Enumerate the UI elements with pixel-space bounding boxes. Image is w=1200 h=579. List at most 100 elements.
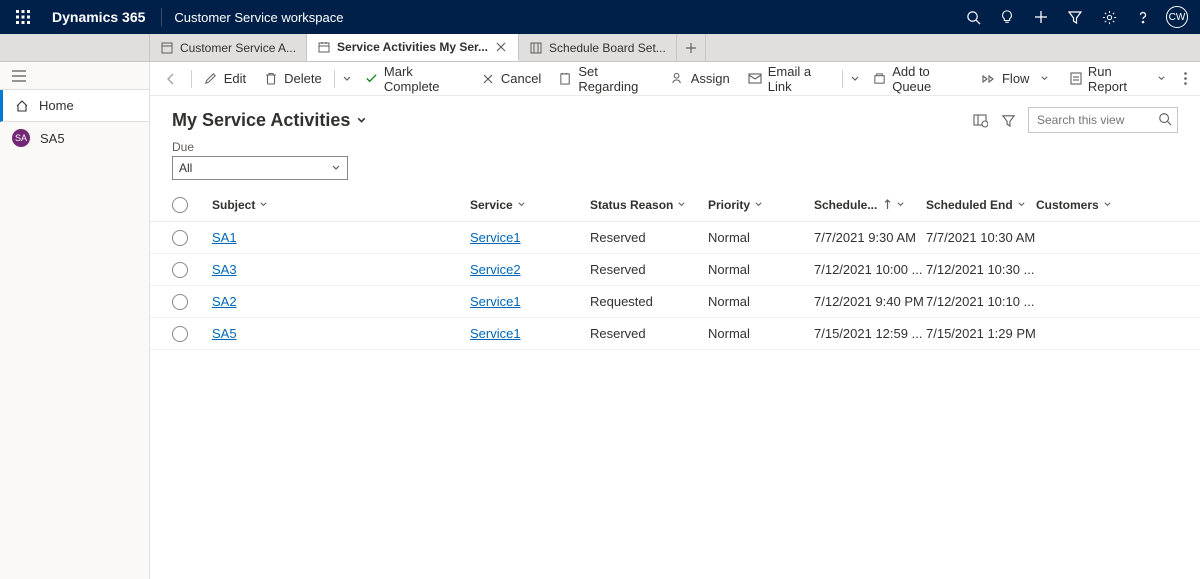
app-name-label[interactable]: Customer Service workspace bbox=[166, 10, 351, 25]
search-icon[interactable] bbox=[956, 0, 990, 34]
session-panel: Home SA SA5 bbox=[0, 62, 150, 579]
row-select[interactable] bbox=[172, 262, 188, 278]
service-link[interactable]: Service1 bbox=[470, 326, 521, 341]
due-label: Due bbox=[172, 140, 1178, 154]
start-cell: 7/12/2021 10:00 ... bbox=[814, 262, 926, 277]
col-label: Schedule... bbox=[814, 198, 877, 212]
start-cell: 7/12/2021 9:40 PM bbox=[814, 294, 926, 309]
table-row[interactable]: SA1 Service1 ReservedNormal7/7/2021 9:30 A… bbox=[150, 222, 1200, 254]
chevron-down-icon bbox=[677, 200, 686, 209]
overflow-button[interactable] bbox=[1178, 72, 1194, 85]
cmd-edit[interactable]: Edit bbox=[196, 65, 254, 93]
due-filter: Due All bbox=[150, 134, 1200, 188]
subject-link[interactable]: SA5 bbox=[212, 326, 237, 341]
col-label: Priority bbox=[708, 198, 750, 212]
cmd-run-report[interactable]: Run Report bbox=[1061, 65, 1175, 93]
due-select[interactable]: All bbox=[172, 156, 348, 180]
view-header: My Service Activities bbox=[150, 96, 1200, 134]
due-value: All bbox=[179, 161, 192, 175]
chevron-down-icon bbox=[331, 163, 341, 173]
service-link[interactable]: Service1 bbox=[470, 294, 521, 309]
service-link[interactable]: Service1 bbox=[470, 230, 521, 245]
queue-icon bbox=[873, 72, 886, 86]
session-toggle[interactable] bbox=[0, 62, 149, 90]
close-icon[interactable] bbox=[494, 40, 508, 54]
chevron-down-icon bbox=[517, 200, 526, 209]
home-icon bbox=[15, 99, 29, 113]
cmd-delete[interactable]: Delete bbox=[256, 65, 330, 93]
cmd-email-link[interactable]: Email a Link bbox=[740, 65, 838, 93]
cmd-label: Flow bbox=[1002, 71, 1029, 86]
col-service[interactable]: Service bbox=[470, 198, 590, 212]
grid-header: Subject Service Status Reason Priority S… bbox=[150, 188, 1200, 222]
start-cell: 7/7/2021 9:30 AM bbox=[814, 230, 926, 245]
filter-icon[interactable] bbox=[1058, 0, 1092, 34]
chevron-down-icon bbox=[1155, 72, 1167, 86]
gear-icon[interactable] bbox=[1092, 0, 1126, 34]
col-status[interactable]: Status Reason bbox=[590, 198, 708, 212]
back-button[interactable] bbox=[156, 72, 187, 86]
app-launcher-icon[interactable] bbox=[6, 10, 40, 24]
col-sched-start[interactable]: Schedule... bbox=[814, 198, 926, 212]
delete-chevron[interactable] bbox=[339, 74, 355, 84]
subject-link[interactable]: SA1 bbox=[212, 230, 237, 245]
row-select[interactable] bbox=[172, 326, 188, 342]
status-cell: Reserved bbox=[590, 230, 708, 245]
nav-record[interactable]: SA SA5 bbox=[0, 122, 149, 154]
cmd-mark-complete[interactable]: Mark Complete bbox=[357, 65, 471, 93]
status-cell: Requested bbox=[590, 294, 708, 309]
nav-home[interactable]: Home bbox=[0, 90, 149, 122]
status-cell: Reserved bbox=[590, 326, 708, 341]
col-sched-end[interactable]: Scheduled End bbox=[926, 198, 1036, 212]
brand-label[interactable]: Dynamics 365 bbox=[40, 9, 157, 25]
end-cell: 7/12/2021 10:30 ... bbox=[926, 262, 1036, 277]
row-select[interactable] bbox=[172, 230, 188, 246]
select-all[interactable] bbox=[172, 197, 188, 213]
search-input[interactable] bbox=[1028, 107, 1178, 133]
chevron-down-icon bbox=[259, 200, 268, 209]
cmd-flow[interactable]: Flow bbox=[974, 65, 1059, 93]
view-selector[interactable]: My Service Activities bbox=[172, 110, 367, 131]
help-icon[interactable] bbox=[1126, 0, 1160, 34]
user-avatar[interactable]: CW bbox=[1160, 0, 1194, 34]
table-row[interactable]: SA3Service2ReservedNormal7/12/2021 10:00… bbox=[150, 254, 1200, 286]
priority-cell: Normal bbox=[708, 230, 814, 245]
lightbulb-icon[interactable] bbox=[990, 0, 1024, 34]
service-link[interactable]: Service2 bbox=[470, 262, 521, 277]
cmd-cancel[interactable]: Cancel bbox=[473, 65, 549, 93]
table-row[interactable]: SA5Service1ReservedNormal7/15/2021 12:59… bbox=[150, 318, 1200, 350]
new-tab-button[interactable] bbox=[677, 34, 706, 61]
email-chevron[interactable] bbox=[847, 74, 863, 84]
col-priority[interactable]: Priority bbox=[708, 198, 814, 212]
col-label: Subject bbox=[212, 198, 255, 212]
subject-link[interactable]: SA2 bbox=[212, 294, 237, 309]
cmd-assign[interactable]: Assign bbox=[663, 65, 738, 93]
chevron-down-icon bbox=[356, 115, 367, 126]
col-customers[interactable]: Customers bbox=[1036, 198, 1116, 212]
cmd-add-queue[interactable]: Add to Queue bbox=[865, 65, 972, 93]
tab-customer-service[interactable]: Customer Service A... bbox=[150, 34, 307, 61]
chart-toggle-icon[interactable] bbox=[966, 106, 994, 134]
subject-link[interactable]: SA3 bbox=[212, 262, 237, 277]
module-icon bbox=[160, 41, 174, 55]
board-icon bbox=[529, 41, 543, 55]
plus-icon[interactable] bbox=[1024, 0, 1058, 34]
col-subject[interactable]: Subject bbox=[200, 198, 470, 212]
tab-service-activities[interactable]: Service Activities My Ser... bbox=[307, 34, 519, 61]
tab-schedule-board[interactable]: Schedule Board Set... bbox=[519, 34, 677, 61]
table-row[interactable]: SA2Service1RequestedNormal7/12/2021 9:40… bbox=[150, 286, 1200, 318]
cmd-label: Email a Link bbox=[768, 64, 830, 94]
edit-icon bbox=[204, 72, 218, 86]
cmd-label: Run Report bbox=[1088, 64, 1147, 94]
avatar-initials: CW bbox=[1169, 12, 1186, 23]
data-grid: Subject Service Status Reason Priority S… bbox=[150, 188, 1200, 579]
row-select[interactable] bbox=[172, 294, 188, 310]
nav-home-label: Home bbox=[39, 98, 74, 113]
session-tabs: Customer Service A... Service Activities… bbox=[0, 34, 1200, 62]
search-icon[interactable] bbox=[1158, 112, 1172, 126]
cancel-icon bbox=[481, 72, 495, 86]
end-cell: 7/12/2021 10:10 ... bbox=[926, 294, 1036, 309]
filter-icon[interactable] bbox=[994, 106, 1022, 134]
view-title: My Service Activities bbox=[172, 110, 350, 131]
cmd-set-regarding[interactable]: Set Regarding bbox=[551, 65, 660, 93]
